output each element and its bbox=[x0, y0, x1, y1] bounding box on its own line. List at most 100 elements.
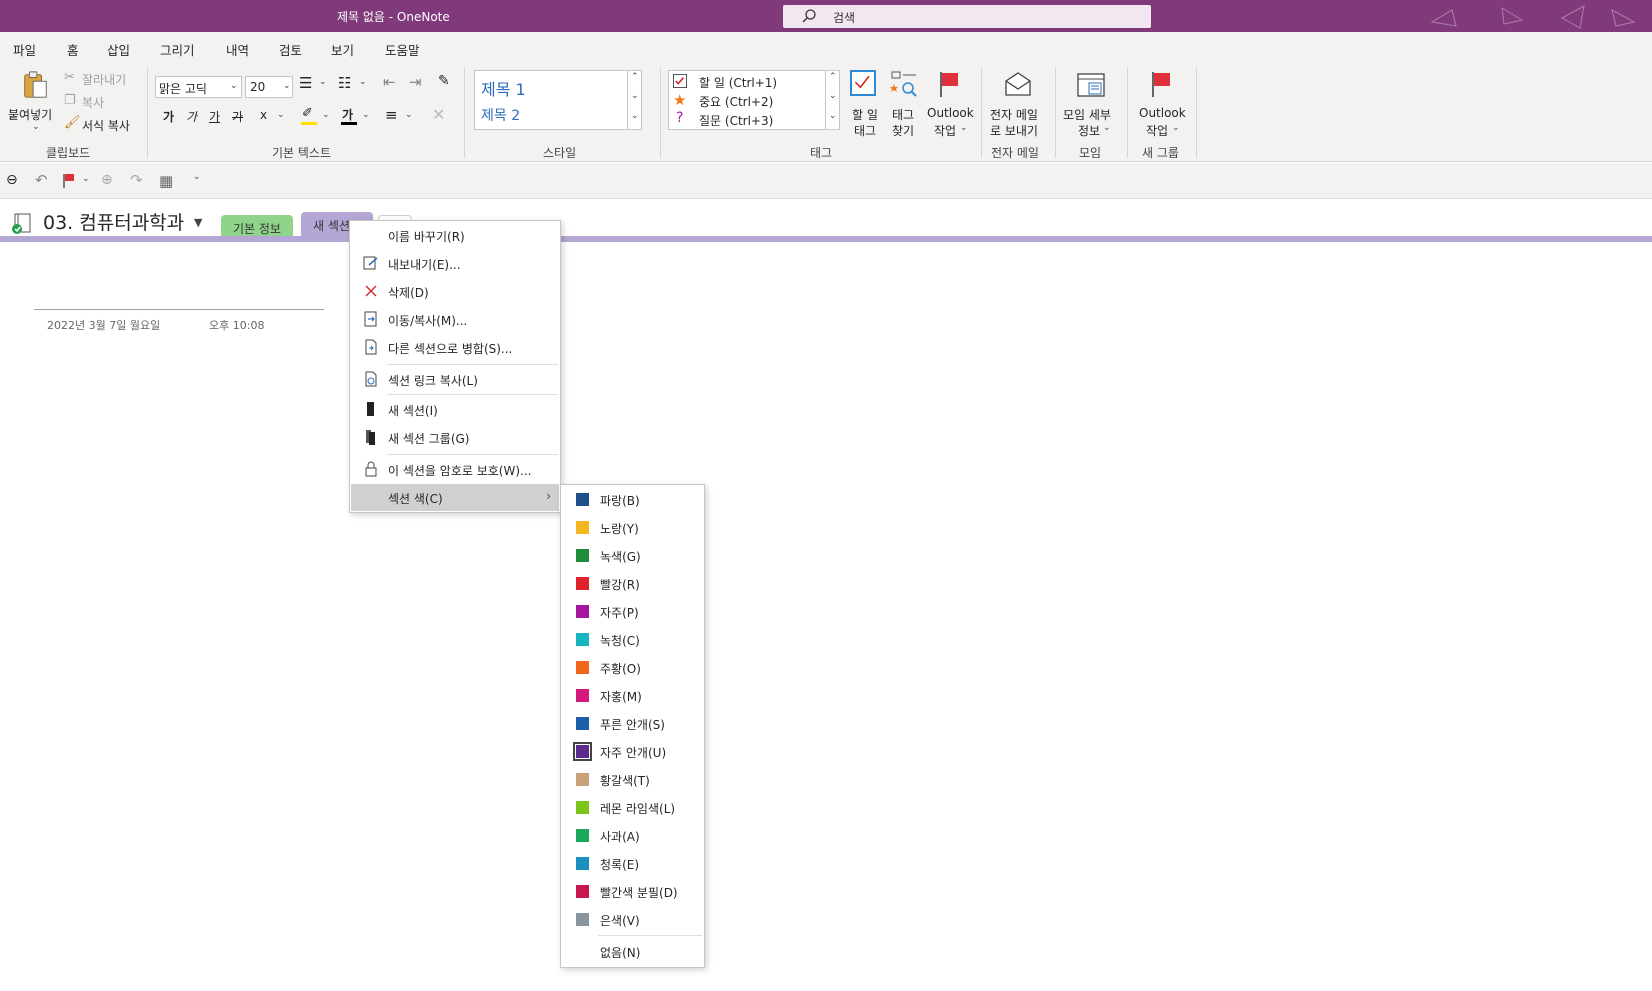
color-cyan[interactable]: 녹청(C) bbox=[562, 626, 703, 653]
notebook-name[interactable]: 03. 컴퓨터과학과 bbox=[43, 208, 184, 235]
customize-qat-icon[interactable]: ⌄ bbox=[193, 172, 201, 182]
menu-rename[interactable]: 이름 바꾸기(R) bbox=[351, 222, 559, 249]
increase-indent-icon[interactable]: ⇥ bbox=[409, 73, 422, 91]
chevron-down-icon[interactable]: ⌄ bbox=[322, 110, 330, 120]
tab-insert[interactable]: 삽입 bbox=[107, 40, 130, 59]
highlighter-icon[interactable]: ✐ bbox=[302, 106, 313, 121]
strikethrough-button[interactable]: 가 bbox=[232, 108, 243, 125]
styles-scrollbar[interactable]: ⌃ ⌄ ⌄ bbox=[627, 71, 641, 129]
format-painter-button[interactable]: 🖌 서식 복사 bbox=[62, 115, 142, 134]
more-icon[interactable]: ⌄ bbox=[631, 111, 639, 121]
tab-history[interactable]: 내역 bbox=[226, 40, 249, 59]
chevron-up-icon[interactable]: ⌃ bbox=[631, 72, 639, 82]
chevron-down-icon: ⌄ bbox=[960, 123, 968, 133]
chevron-down-icon[interactable]: ⌄ bbox=[631, 91, 639, 101]
tag-question[interactable]: 질문 (Ctrl+3) bbox=[699, 112, 773, 129]
color-silver[interactable]: 은색(V) bbox=[562, 906, 703, 933]
color-tan[interactable]: 황갈색(T) bbox=[562, 766, 703, 793]
style-heading-1[interactable]: 제목 1 bbox=[481, 76, 526, 100]
color-green[interactable]: 녹색(G) bbox=[562, 542, 703, 569]
tags-scrollbar[interactable]: ⌃ ⌄ ⌄ bbox=[825, 71, 839, 129]
chevron-down-icon[interactable]: ⌄ bbox=[277, 110, 285, 120]
chevron-down-icon[interactable]: ⌄ bbox=[319, 77, 327, 87]
color-orange[interactable]: 주황(O) bbox=[562, 654, 703, 681]
tag-todo[interactable]: 할 일 (Ctrl+1) bbox=[699, 74, 777, 91]
tag-important[interactable]: 중요 (Ctrl+2) bbox=[699, 93, 773, 110]
todo-tag-button[interactable]: 할 일 태그 bbox=[846, 68, 882, 140]
chevron-up-icon[interactable]: ⌃ bbox=[829, 72, 837, 82]
group-meeting-label: 모임 bbox=[1079, 146, 1102, 160]
new-group-outlook-task-button[interactable]: Outlook 작업 ⌄ bbox=[1134, 68, 1190, 140]
search-box[interactable]: 검색 bbox=[783, 5, 1151, 28]
style-heading-2[interactable]: 제목 2 bbox=[481, 105, 520, 125]
color-swatch bbox=[576, 689, 589, 702]
undo-icon[interactable]: ↶ bbox=[35, 171, 48, 189]
menu-new-section[interactable]: 새 섹션(I) bbox=[351, 396, 559, 423]
outlook-task-button[interactable]: Outlook 작업 ⌄ bbox=[924, 68, 974, 140]
bullet-list-icon[interactable]: ☰ bbox=[299, 74, 312, 92]
chevron-down-icon[interactable]: ⌄ bbox=[405, 110, 413, 120]
chevron-down-icon[interactable]: ⌄ bbox=[82, 174, 90, 184]
styles-gallery[interactable]: 제목 1 제목 2 ⌃ ⌄ ⌄ bbox=[474, 70, 642, 130]
font-color-button[interactable]: 가 bbox=[342, 106, 353, 123]
bold-button[interactable]: 가 bbox=[163, 108, 174, 125]
tab-review[interactable]: 검토 bbox=[279, 40, 302, 59]
italic-button[interactable]: 가 bbox=[186, 108, 197, 125]
color-teal[interactable]: 청록(E) bbox=[562, 850, 703, 877]
tab-draw[interactable]: 그리기 bbox=[160, 40, 195, 59]
email-page-button[interactable]: 전자 메일 로 보내기 bbox=[988, 68, 1048, 140]
color-lemon-lime[interactable]: 레몬 라임색(L) bbox=[562, 794, 703, 821]
tab-file[interactable]: 파일 bbox=[13, 40, 36, 59]
color-blue-mist[interactable]: 푸른 안개(S) bbox=[562, 710, 703, 737]
font-size-select[interactable]: 20 ⌄ bbox=[245, 76, 293, 98]
align-icon[interactable]: ≡ bbox=[385, 106, 398, 124]
underline-button[interactable]: 가 bbox=[209, 108, 220, 125]
more-icon[interactable]: ⌄ bbox=[829, 111, 837, 121]
tab-view[interactable]: 보기 bbox=[331, 40, 354, 59]
color-apple[interactable]: 사과(A) bbox=[562, 822, 703, 849]
color-purple-mist[interactable]: 자주 안개(U) bbox=[562, 738, 703, 765]
paste-button[interactable]: 붙여넣기 ⌄ bbox=[8, 68, 60, 140]
menu-merge[interactable]: 다른 섹션으로 병합(S)... bbox=[351, 334, 559, 361]
red-flag-icon bbox=[1152, 72, 1170, 97]
forward-icon[interactable]: ⊕ bbox=[101, 172, 113, 188]
color-red[interactable]: 빨강(R) bbox=[562, 570, 703, 597]
back-icon[interactable]: ⊖ bbox=[6, 172, 18, 188]
chevron-down-icon[interactable]: ⌄ bbox=[359, 77, 367, 87]
copy-button[interactable]: ❐ 복사 bbox=[62, 93, 142, 111]
menu-move-copy[interactable]: 이동/복사(M)... bbox=[351, 306, 559, 333]
notebook-icon[interactable] bbox=[10, 211, 34, 235]
cut-button[interactable]: ✂ 잘라내기 bbox=[62, 70, 142, 88]
color-red-chalk[interactable]: 빨간색 분필(D) bbox=[562, 878, 703, 905]
numbered-list-icon[interactable]: ☷ bbox=[338, 74, 351, 92]
redo-icon[interactable]: ↷ bbox=[130, 171, 143, 189]
clear-format-icon[interactable]: ✎ bbox=[438, 73, 450, 89]
tab-home[interactable]: 홈 bbox=[67, 40, 79, 65]
flag-icon[interactable] bbox=[62, 173, 76, 189]
menu-password-protect[interactable]: 이 섹션을 암호로 보호(W)... bbox=[351, 456, 559, 483]
menu-delete[interactable]: 삭제(D) bbox=[351, 278, 559, 305]
menu-copy-link[interactable]: 섹션 링크 복사(L) bbox=[351, 366, 559, 393]
chevron-down-icon[interactable]: ▼ bbox=[194, 216, 202, 229]
color-yellow[interactable]: 노랑(Y) bbox=[562, 514, 703, 541]
color-magenta[interactable]: 자홍(M) bbox=[562, 682, 703, 709]
subscript-button[interactable]: x bbox=[260, 108, 267, 122]
color-blue[interactable]: 파랑(B) bbox=[562, 486, 703, 513]
menu-new-section-group[interactable]: 새 섹션 그룹(G) bbox=[351, 424, 559, 451]
color-none[interactable]: 없음(N) bbox=[562, 938, 703, 965]
decrease-indent-icon[interactable]: ⇤ bbox=[383, 73, 396, 91]
tab-help[interactable]: 도움말 bbox=[385, 40, 420, 59]
meeting-details-button[interactable]: 모임 세부 정보 ⌄ bbox=[1061, 68, 1121, 140]
font-name-select[interactable]: 맑은 고딕 ⌄ bbox=[155, 76, 242, 98]
color-swatch bbox=[576, 717, 589, 730]
chevron-down-icon[interactable]: ⌄ bbox=[362, 110, 370, 120]
find-tags-button[interactable]: 태그 찾기 bbox=[886, 68, 922, 140]
menu-export[interactable]: 내보내기(E)... bbox=[351, 250, 559, 277]
tags-gallery[interactable]: 할 일 (Ctrl+1) ★ 중요 (Ctrl+2) ? 질문 (Ctrl+3)… bbox=[668, 70, 840, 130]
new-section-icon bbox=[367, 402, 374, 416]
color-purple[interactable]: 자주(P) bbox=[562, 598, 703, 625]
menu-section-color[interactable]: 섹션 색(C) › bbox=[351, 484, 559, 511]
delete-icon[interactable]: ✕ bbox=[432, 105, 445, 124]
table-icon[interactable]: ▦ bbox=[159, 172, 173, 190]
chevron-down-icon[interactable]: ⌄ bbox=[829, 91, 837, 101]
